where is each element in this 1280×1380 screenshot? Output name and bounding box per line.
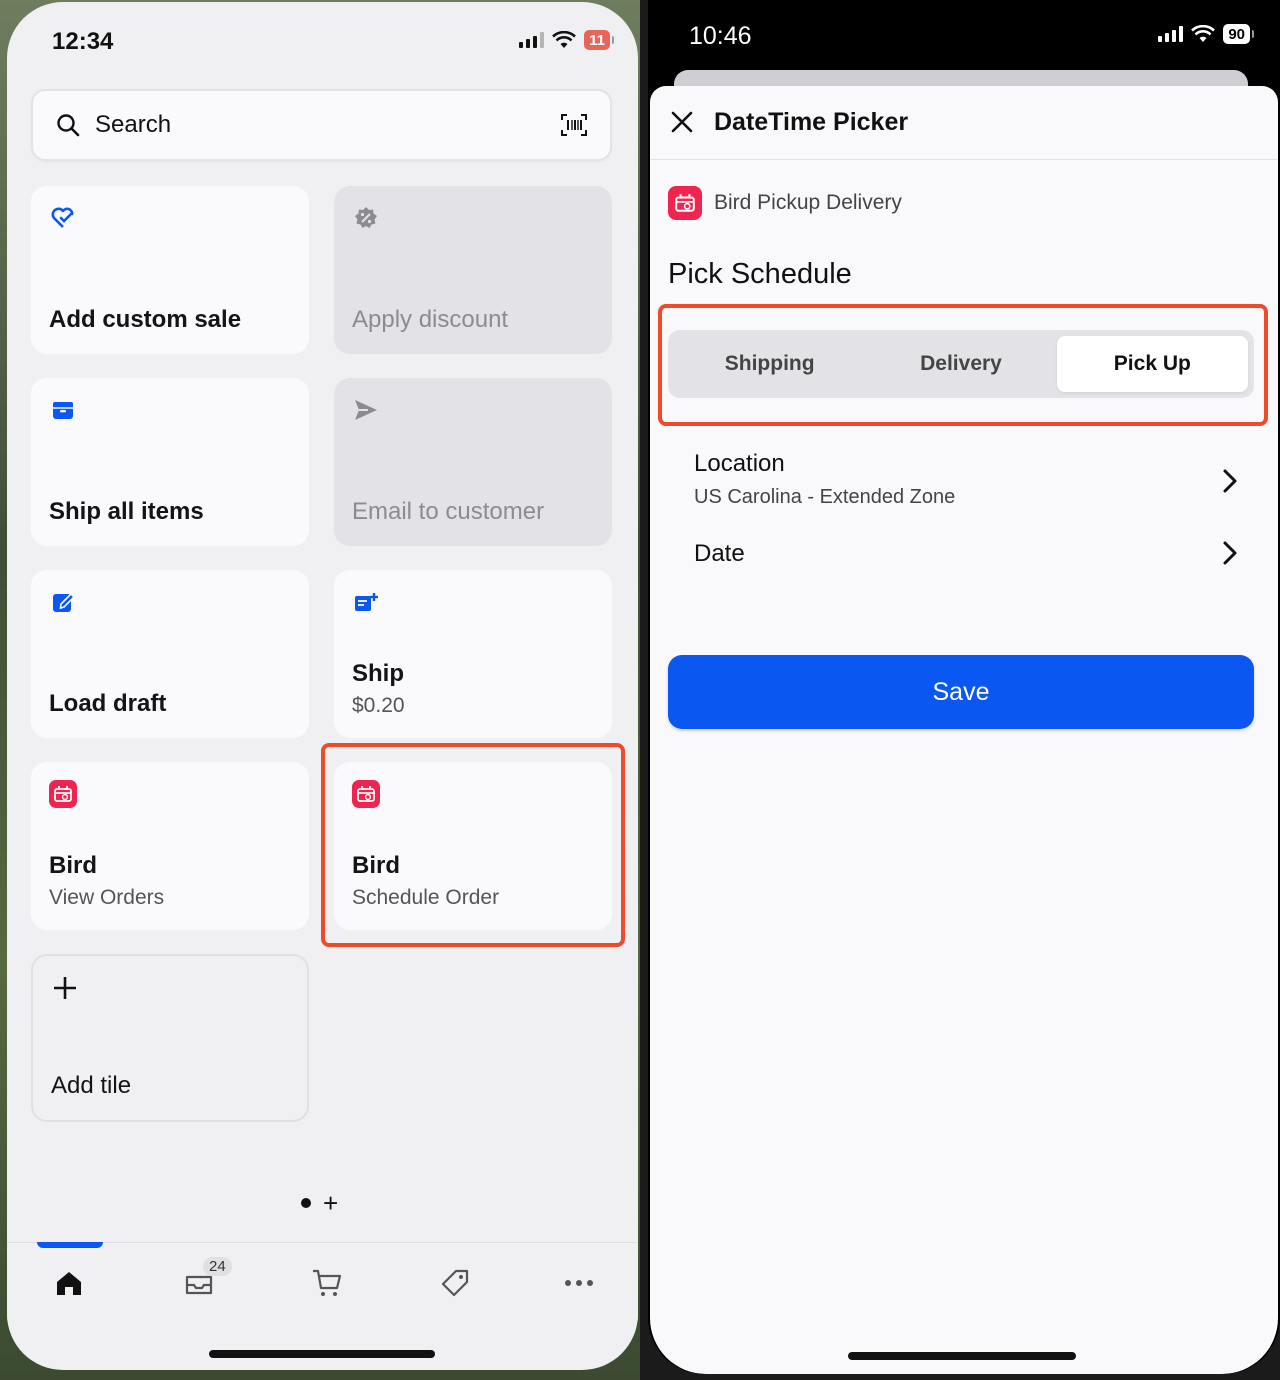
chevron-right-icon: [1223, 469, 1237, 493]
datetime-picker-screen: 10:46 90 DateTime Picker Bird Pickup Del…: [648, 0, 1280, 1374]
sheet-header: DateTime Picker: [650, 86, 1278, 160]
location-value: US Carolina - Extended Zone: [694, 486, 956, 508]
tile-subtitle: View Orders: [49, 886, 165, 909]
send-icon: [355, 400, 377, 420]
status-icons: 90: [1158, 24, 1254, 44]
tab-home[interactable]: [49, 1265, 89, 1301]
sheet-title: DateTime Picker: [714, 108, 909, 136]
tile-load-draft[interactable]: Load draft: [31, 570, 309, 738]
bird-app-icon: [49, 780, 77, 808]
bird-app-icon: [668, 186, 702, 220]
tab-products[interactable]: [435, 1265, 475, 1301]
tab-orders[interactable]: 24: [179, 1257, 232, 1301]
more-icon: [565, 1280, 593, 1286]
bottom-tab-bar: 24: [7, 1242, 638, 1322]
tab-cart[interactable]: [307, 1265, 347, 1301]
tile-title: Add custom sale: [49, 306, 242, 333]
datetime-picker-sheet: DateTime Picker Bird Pickup Delivery Pic…: [650, 86, 1278, 1374]
pos-home-screen: 12:34 11 Search Add custom sale Apply di…: [7, 2, 638, 1370]
battery-icon: 90: [1223, 24, 1254, 44]
tile-title: Email to customer: [352, 498, 545, 525]
wifi-icon: [1191, 25, 1216, 42]
signal-icon: [1158, 26, 1184, 42]
shipping-label-icon: [355, 593, 378, 611]
highlight-box-schedule-order: [321, 743, 625, 947]
tile-subtitle: $0.20: [352, 694, 405, 717]
location-label: Location: [694, 450, 785, 477]
tile-title: Ship all items: [49, 498, 204, 525]
page-dot[interactable]: [301, 1198, 311, 1208]
discount-badge-icon: [355, 207, 377, 228]
tile-add-tile[interactable]: Add tile: [31, 954, 309, 1122]
app-name: Bird Pickup Delivery: [714, 191, 902, 214]
page-indicator: +: [301, 1190, 338, 1216]
tile-title: Load draft: [49, 690, 167, 717]
tile-email-to-customer[interactable]: Email to customer: [334, 378, 612, 546]
inbox-badge: 24: [203, 1257, 232, 1276]
home-indicator[interactable]: [209, 1350, 435, 1358]
active-tab-indicator: [37, 1242, 103, 1248]
home-icon: [57, 1272, 81, 1295]
app-identity: Bird Pickup Delivery: [668, 186, 902, 220]
tile-title: Ship: [352, 660, 404, 687]
plus-icon: [54, 977, 76, 999]
signal-icon: [519, 32, 545, 48]
home-indicator[interactable]: [848, 1352, 1076, 1360]
tile-title: Apply discount: [352, 306, 509, 333]
heart-check-icon: [51, 207, 74, 228]
tile-title: Add tile: [51, 1072, 132, 1099]
status-icons: 11: [519, 30, 614, 50]
chevron-right-icon: [1223, 541, 1237, 565]
status-time: 10:46: [689, 22, 752, 50]
tile-ship-all-items[interactable]: Ship all items: [31, 378, 309, 546]
tile-apply-discount[interactable]: Apply discount: [334, 186, 612, 354]
battery-icon: 11: [584, 30, 614, 50]
close-icon[interactable]: [670, 110, 694, 134]
status-time: 12:34: [52, 28, 114, 55]
tile-add-custom-sale[interactable]: Add custom sale: [31, 186, 309, 354]
tab-more[interactable]: [559, 1265, 599, 1301]
wifi-icon: [552, 31, 577, 48]
tile-ship[interactable]: Ship $0.20: [334, 570, 612, 738]
search-icon: [57, 114, 80, 137]
draft-edit-icon: [53, 592, 76, 612]
date-label: Date: [694, 540, 745, 567]
tag-icon: [441, 1269, 469, 1297]
tile-bird-view-orders[interactable]: Bird View Orders: [31, 762, 309, 930]
search-placeholder: Search: [95, 111, 172, 138]
save-button[interactable]: Save: [668, 655, 1254, 729]
date-row[interactable]: Date: [694, 540, 1240, 568]
add-page-button[interactable]: +: [323, 1190, 338, 1216]
cart-icon: [313, 1269, 342, 1296]
highlight-box-segments: [658, 304, 1268, 426]
tile-title: Bird: [49, 852, 97, 879]
package-icon: [53, 402, 73, 419]
section-title: Pick Schedule: [668, 258, 852, 290]
search-input[interactable]: Search: [31, 89, 612, 161]
location-row[interactable]: Location US Carolina - Extended Zone: [694, 450, 1240, 509]
barcode-scan-icon[interactable]: [560, 113, 588, 137]
